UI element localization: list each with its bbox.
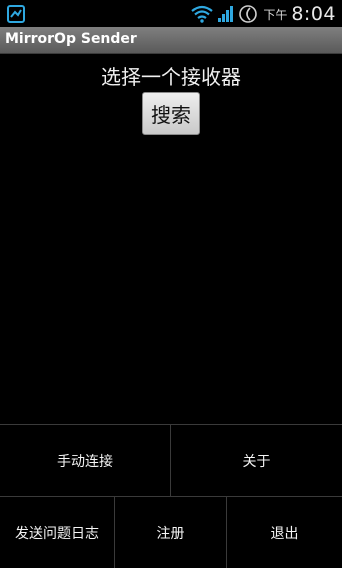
manual-connect-button[interactable]: 手动连接 [0, 425, 170, 496]
status-bar: 下午 8:04 [0, 0, 342, 27]
exit-button[interactable]: 退出 [227, 497, 342, 568]
signal-icon [217, 5, 235, 23]
notification-app-icon [7, 5, 25, 23]
app-title: MirrorOp Sender [5, 31, 137, 47]
status-ampm: 下午 [263, 7, 288, 22]
about-button[interactable]: 关于 [171, 425, 342, 496]
options-menu-row-1: 手动连接 关于 [0, 425, 342, 497]
send-problem-log-button[interactable]: 发送问题日志 [0, 497, 114, 568]
wifi-icon [191, 5, 213, 23]
select-receiver-heading: 选择一个接收器 [101, 65, 241, 89]
options-menu-row-2: 发送问题日志 注册 退出 [0, 497, 342, 568]
battery-charging-icon [239, 4, 258, 24]
status-time: 8:04 [291, 3, 336, 25]
app-title-bar: MirrorOp Sender [0, 27, 342, 54]
search-button[interactable]: 搜索 [142, 92, 200, 135]
register-button[interactable]: 注册 [115, 497, 226, 568]
status-icons-group: 下午 8:04 [191, 2, 336, 26]
options-menu: 手动连接 关于 发送问题日志 注册 退出 [0, 424, 342, 568]
